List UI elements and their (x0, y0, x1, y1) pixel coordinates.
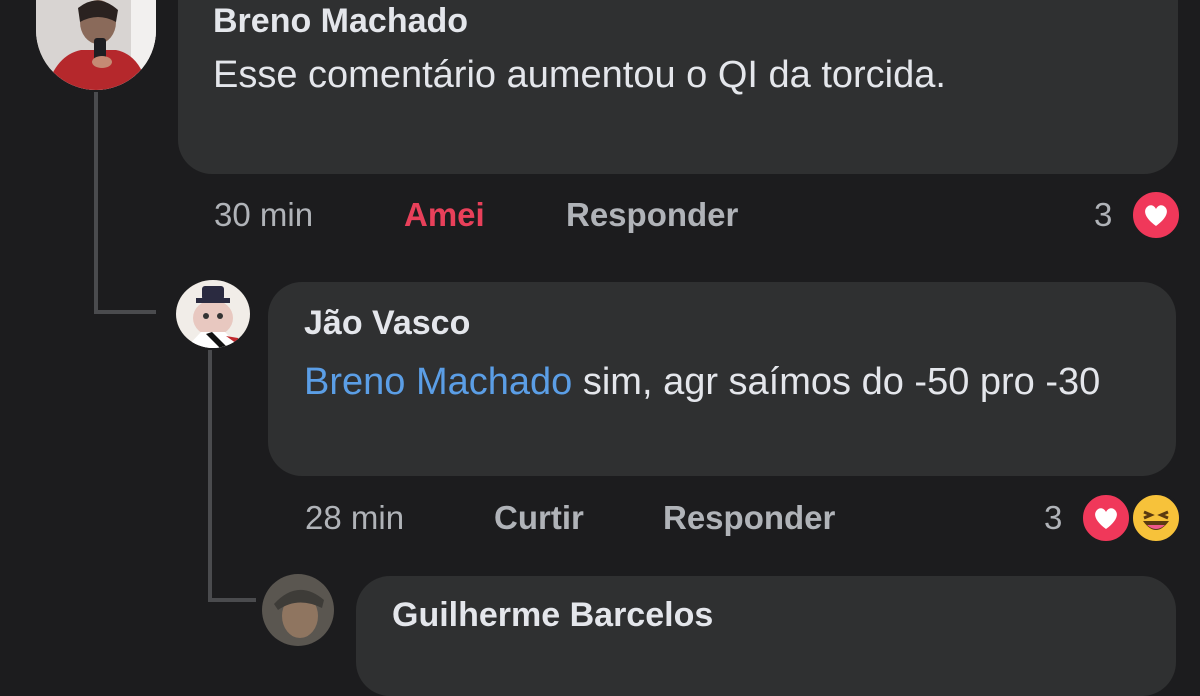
heart-shape (1095, 508, 1117, 529)
reply-button-breno[interactable]: Responder (566, 196, 738, 234)
reaction-count-jao[interactable]: 3 (1044, 499, 1062, 537)
reply-button-jao[interactable]: Responder (663, 499, 835, 537)
comment-time-jao[interactable]: 28 min (305, 499, 404, 537)
heart-shape (1145, 205, 1167, 226)
laughing-emoji-icon[interactable] (1130, 492, 1182, 544)
avatar-breno[interactable] (36, 0, 156, 90)
avatar-jao-image (176, 280, 250, 348)
laughing-face (1143, 510, 1169, 530)
heart-icon[interactable] (1080, 492, 1132, 544)
avatar-guilherme-image (262, 574, 334, 646)
comment-bubble-guilherme[interactable] (356, 576, 1176, 696)
comment-time-breno[interactable]: 30 min (214, 196, 313, 234)
thread-line-elbow (94, 310, 156, 314)
thread-line-vertical-2 (208, 350, 212, 602)
comment-author-guilherme[interactable]: Guilherme Barcelos (392, 596, 713, 635)
comment-author-jao[interactable]: Jão Vasco (304, 304, 470, 343)
like-button-jao[interactable]: Curtir (494, 499, 584, 537)
thread-line-elbow-2 (208, 598, 256, 602)
comment-text-jao: Breno Machado sim, agr saímos do -50 pro… (304, 355, 1104, 409)
thread-line-vertical (94, 92, 98, 314)
comment-body-jao: sim, agr saímos do -50 pro -30 (572, 361, 1101, 403)
love-button-breno[interactable]: Amei (404, 196, 485, 234)
heart-icon[interactable] (1130, 189, 1182, 241)
reaction-count-breno[interactable]: 3 (1094, 196, 1112, 234)
avatar-guilherme[interactable] (262, 574, 334, 646)
comment-author-breno[interactable]: Breno Machado (213, 2, 468, 41)
avatar-jao[interactable] (176, 280, 250, 348)
mention-link[interactable]: Breno Machado (304, 361, 572, 403)
comment-text-breno: Esse comentário aumentou o QI da torcida… (213, 54, 946, 96)
avatar-breno-image (36, 0, 156, 90)
